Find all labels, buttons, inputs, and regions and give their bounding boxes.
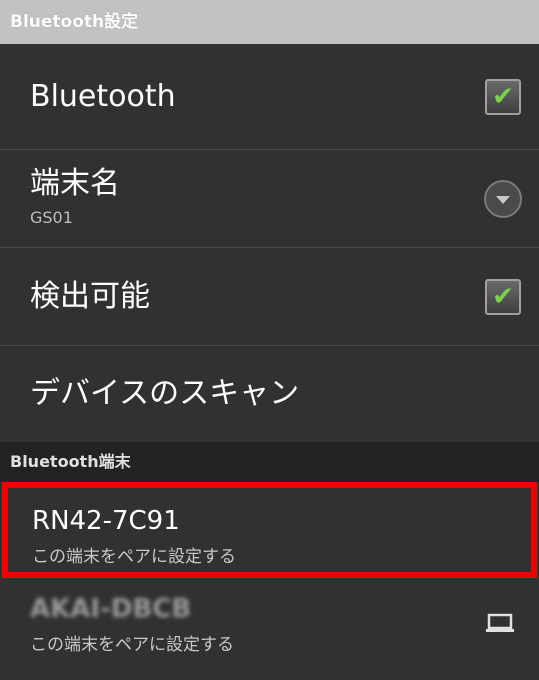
discoverable-row[interactable]: 検出可能 ✔ <box>0 248 539 346</box>
bluetooth-toggle-row[interactable]: Bluetooth ✔ <box>0 44 539 150</box>
devices-section-header: Bluetooth端末 <box>0 442 539 482</box>
pair-device-text: この端末をペアに設定する <box>30 635 234 655</box>
device-item-rn42[interactable]: RN42-7C91 この端末をペアに設定する <box>2 482 537 578</box>
device-name-dropdown[interactable] <box>484 179 522 218</box>
scan-devices-row[interactable]: デバイスのスキャン <box>0 346 539 442</box>
device-name-value: GS01 <box>30 208 73 227</box>
device-name-row[interactable]: 端末名 GS01 <box>0 150 539 248</box>
discoverable-checkbox[interactable]: ✔ <box>485 278 521 315</box>
checkmark-icon: ✔ <box>492 281 514 312</box>
laptop-icon <box>486 613 514 632</box>
device-item-akai[interactable]: AKAI-DBCB この端末をペアに設定する <box>0 578 539 672</box>
bluetooth-checkbox[interactable]: ✔ <box>485 78 521 115</box>
device-name-label: 端末名 <box>30 166 120 201</box>
bluetooth-label: Bluetooth <box>30 79 176 114</box>
discoverable-label: 検出可能 <box>30 279 150 314</box>
checkmark-icon: ✔ <box>492 81 514 112</box>
device-name: AKAI-DBCB <box>30 594 192 624</box>
device-name: RN42-7C91 <box>32 506 180 536</box>
scan-devices-label: デバイスのスキャン <box>30 376 300 411</box>
chevron-down-icon <box>496 196 510 204</box>
screen-title: Bluetooth設定 <box>0 0 539 44</box>
pair-device-text: この端末をペアに設定する <box>32 547 236 567</box>
